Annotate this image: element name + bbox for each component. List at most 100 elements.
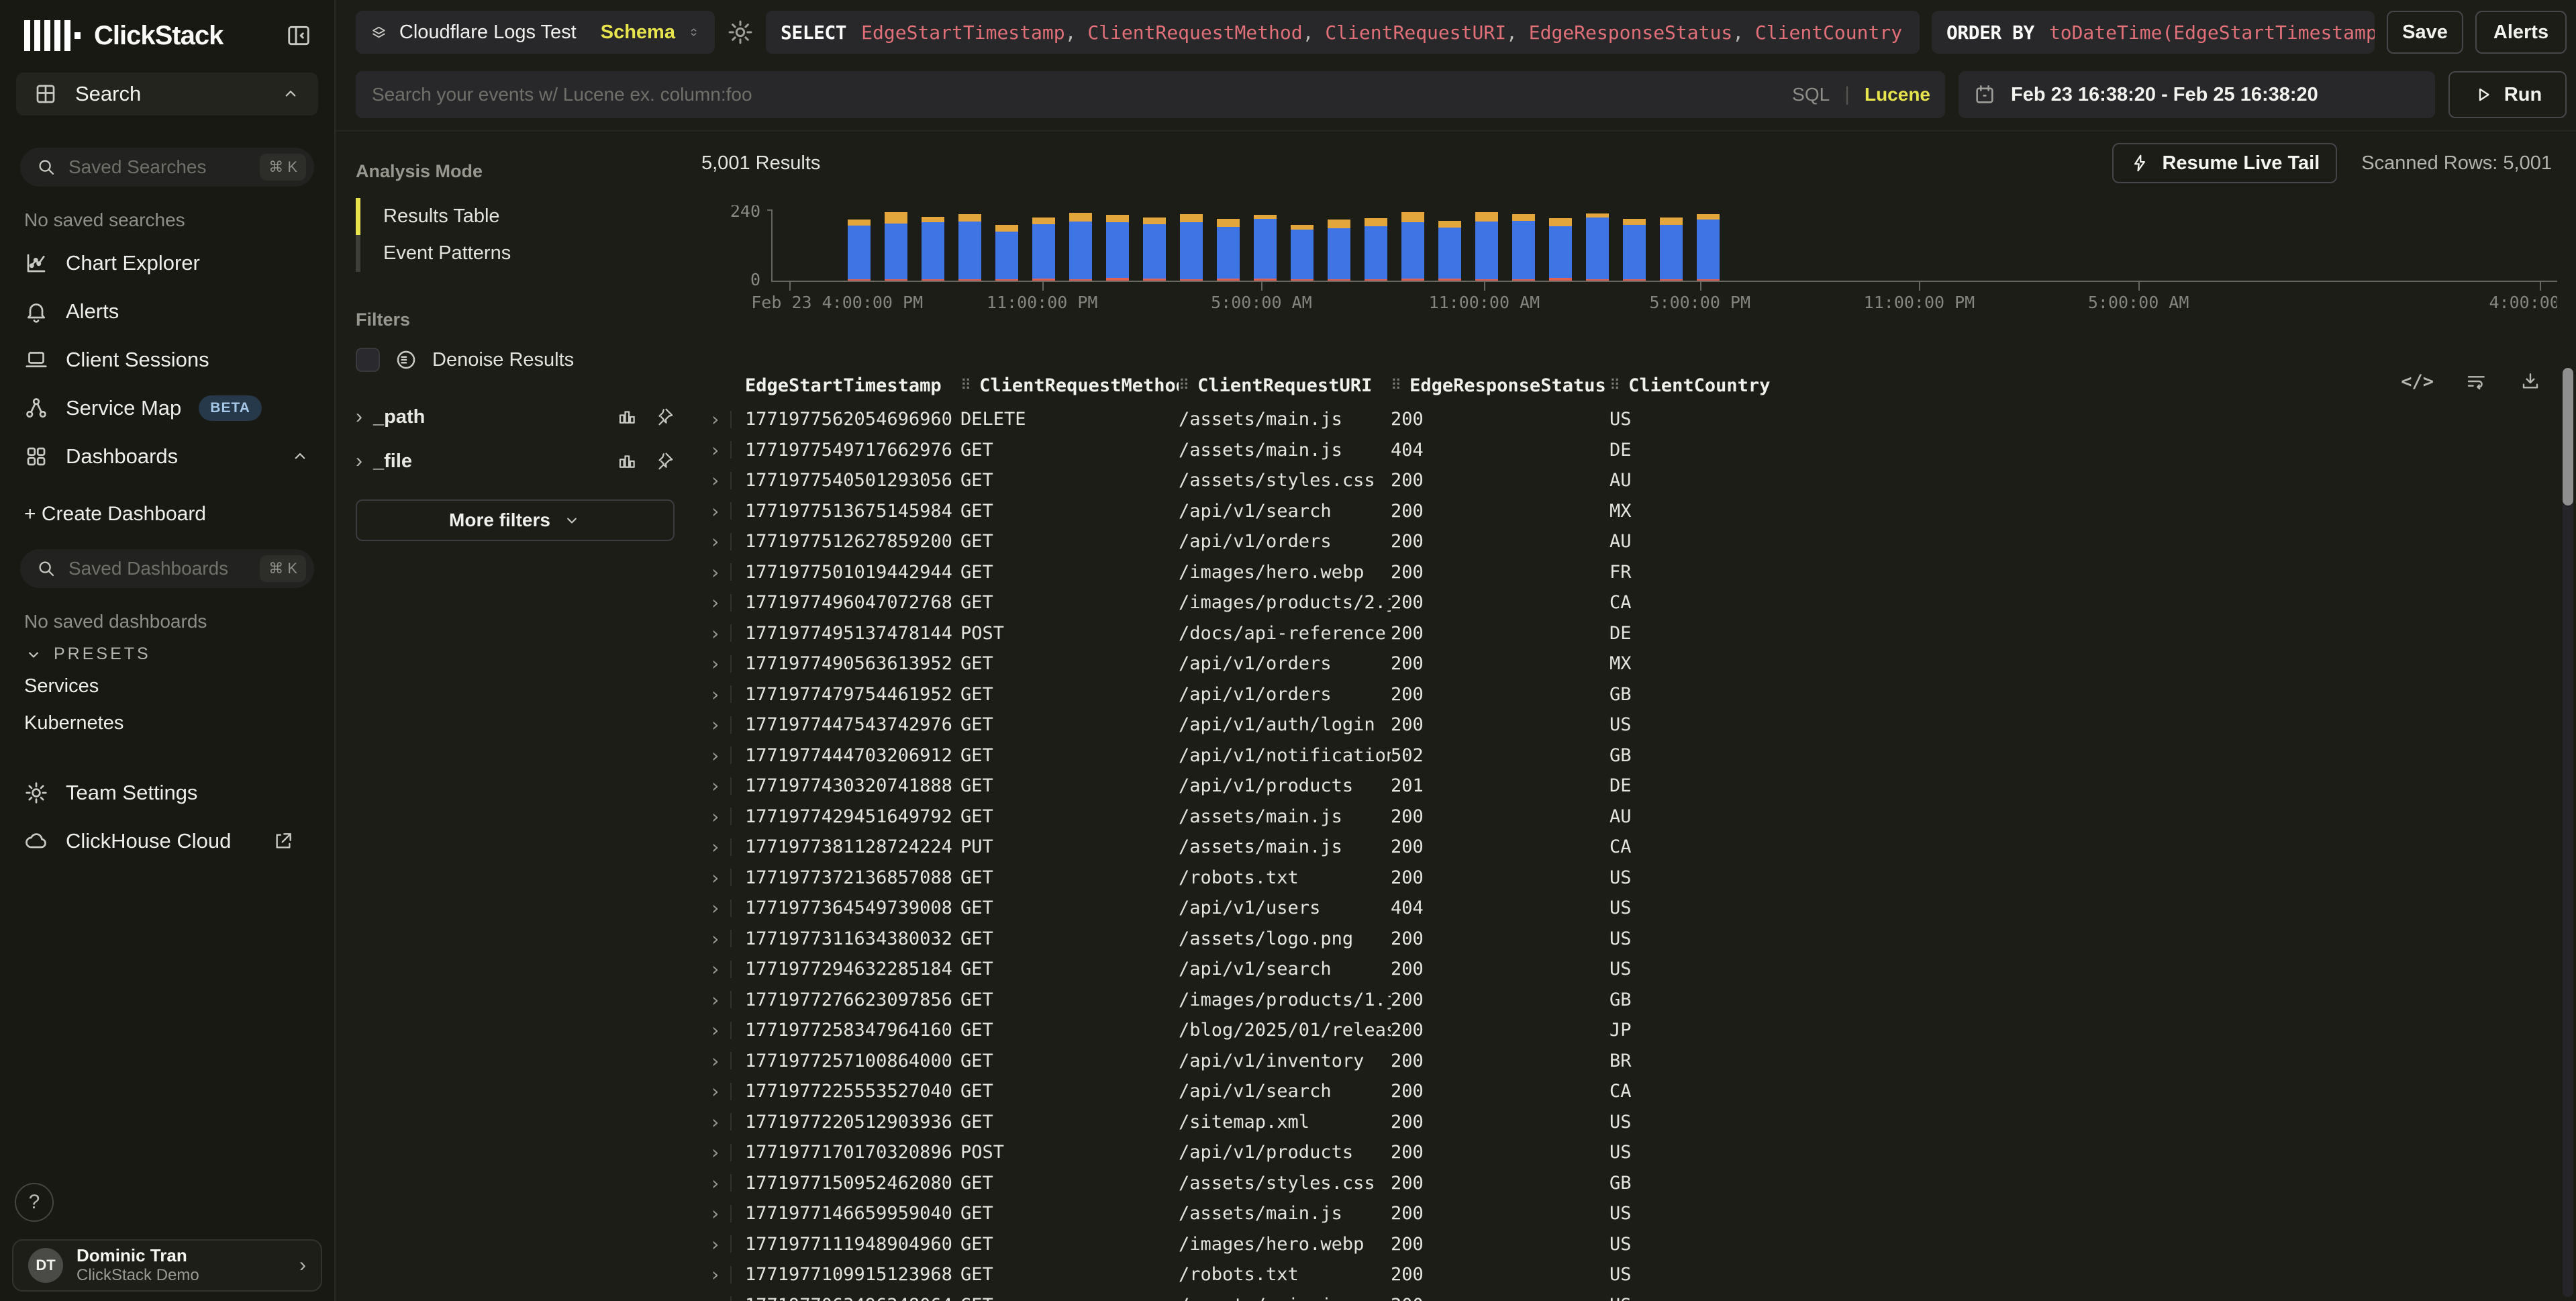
download-icon[interactable] [2520,371,2541,392]
expand-row-icon[interactable]: › [701,1263,745,1286]
table-row[interactable]: ›1771977490563613952GET/api/v1/orders200… [701,648,2576,679]
view-source-icon[interactable]: </> [2401,371,2434,392]
table-row[interactable]: ›1771977496047072768GET/images/products/… [701,587,2576,618]
denoise-checkbox[interactable] [356,348,380,372]
histogram-bar[interactable] [1475,212,1498,281]
drag-handle-icon[interactable]: ⠿ [960,377,971,394]
expand-row-icon[interactable]: › [701,591,745,614]
table-row[interactable]: ›1771977276623097856GET/images/products/… [701,985,2576,1016]
histogram-bar[interactable] [1328,220,1350,281]
expand-row-icon[interactable]: › [701,1019,745,1041]
expand-row-icon[interactable]: › [701,1172,745,1194]
table-row[interactable]: ›1771977512627859200GET/api/v1/orders200… [701,526,2576,557]
drag-handle-icon[interactable]: ⠿ [1179,377,1189,394]
denoise-results-row[interactable]: Denoise Results [356,348,675,372]
select-clause-input[interactable]: SELECT EdgeStartTimestamp, ClientRequest… [766,11,1920,54]
expand-row-icon[interactable]: › [701,897,745,919]
table-row[interactable]: ›1771977429451649792GET/assets/main.js20… [701,802,2576,832]
histogram-bar[interactable] [885,212,907,281]
expand-row-icon[interactable]: › [701,653,745,675]
saved-searches-field[interactable] [67,156,249,179]
event-search-box[interactable]: SQL | Lucene [356,71,1945,118]
column-header[interactable]: ⠿ClientRequestURI [1179,375,1391,396]
expand-row-icon[interactable]: › [701,1202,745,1224]
pin-icon[interactable] [654,407,675,427]
column-header[interactable]: ⠿ClientRequestMethod [960,375,1179,396]
mode-event-patterns[interactable]: Event Patterns [356,235,675,272]
help-button[interactable]: ? [15,1183,54,1222]
expand-row-icon[interactable]: › [701,530,745,552]
table-row[interactable]: ›1771977444703206912GET/api/v1/notificat… [701,740,2576,771]
expand-row-icon[interactable]: › [701,928,745,950]
schema-toggle[interactable]: Schema [601,21,675,44]
table-row[interactable]: ›1771977549717662976GET/assets/main.js40… [701,435,2576,466]
mode-results-table[interactable]: Results Table [356,198,675,235]
histogram-bar[interactable] [848,220,871,281]
table-row[interactable]: ›1771977364549739008GET/api/v1/users404U… [701,893,2576,924]
table-row[interactable]: ›1771977257100864000GET/api/v1/inventory… [701,1046,2576,1077]
sidebar-item-search[interactable]: Search [16,73,318,115]
presets-toggle[interactable]: PRESETS [0,635,334,668]
histogram-bar[interactable] [1697,214,1720,281]
histogram-bar[interactable] [1217,219,1240,281]
table-row[interactable]: ›1771977372136857088GET/robots.txt200US [701,863,2576,894]
expand-row-icon[interactable]: › [701,408,745,430]
lang-toggle-lucene[interactable]: Lucene [1865,84,1930,105]
saved-dashboards-input[interactable]: ⌘ K [20,549,314,588]
table-row[interactable]: ›1771977381128724224PUT/assets/main.js20… [701,832,2576,863]
expand-row-icon[interactable]: › [701,1050,745,1072]
date-range-picker[interactable]: Feb 23 16:38:20 - Feb 25 16:38:20 [1959,71,2435,118]
orderby-clause-input[interactable]: ORDER BY toDateTime(EdgeStartTimestamp / [1932,11,2375,54]
histogram-bar[interactable] [1623,219,1646,281]
table-row[interactable]: ›1771977495137478144POST/docs/api-refere… [701,618,2576,649]
drag-handle-icon[interactable]: ⠿ [1391,377,1401,394]
drag-handle-icon[interactable]: ⠿ [1609,377,1620,394]
expand-row-icon[interactable]: › [701,622,745,644]
query-settings-gear-icon[interactable] [727,19,754,46]
sidebar-item-chart-explorer[interactable]: Chart Explorer [0,239,334,287]
histogram-bar[interactable] [1254,215,1277,281]
table-row[interactable]: ›1771977150952462080GET/assets/styles.cs… [701,1168,2576,1199]
user-menu[interactable]: DT Dominic Tran ClickStack Demo › [12,1239,322,1292]
histogram-bar[interactable] [1143,218,1166,281]
expand-row-icon[interactable]: › [701,867,745,889]
table-row[interactable]: ›1771977540501293056GET/assets/styles.cs… [701,465,2576,496]
search-input[interactable] [370,83,1780,106]
run-button[interactable]: Run [2448,71,2567,118]
table-row[interactable]: ›1771977513675145984GET/api/v1/search200… [701,496,2576,527]
source-selector[interactable]: Cloudflare Logs Test Schema [356,11,715,54]
histogram-bar[interactable] [1365,218,1387,281]
table-row[interactable]: ›1771977501019442944GET/images/hero.webp… [701,557,2576,588]
histogram-bar[interactable] [958,214,981,281]
histogram-bar[interactable] [1660,218,1683,281]
sidebar-item-dashboards[interactable]: Dashboards [0,432,334,481]
lang-toggle-sql[interactable]: SQL [1792,84,1830,105]
table-row[interactable]: ›1771977170170320896POST/api/v1/products… [701,1137,2576,1168]
expand-row-icon[interactable]: › [701,1111,745,1133]
histogram-bar[interactable] [1438,221,1461,281]
create-dashboard-button[interactable]: + Create Dashboard [0,490,334,538]
histogram-bar[interactable] [1180,214,1203,281]
histogram-bar[interactable] [1549,218,1572,281]
expand-row-icon[interactable]: › [701,500,745,522]
expand-row-icon[interactable]: › [701,683,745,706]
histogram-bar[interactable] [995,225,1018,281]
sidebar-item-team-settings[interactable]: Team Settings [0,769,334,817]
collapse-sidebar-icon[interactable] [286,23,311,48]
bar-chart-icon[interactable] [617,407,637,427]
table-row[interactable]: ›1771977258347964160GET/blog/2025/01/rel… [701,1015,2576,1046]
expand-row-icon[interactable]: › [701,744,745,767]
expand-row-icon[interactable]: › [701,561,745,583]
table-row[interactable]: ›1771977220512903936GET/sitemap.xml200US [701,1107,2576,1138]
table-row[interactable]: ›1771977447543742976GET/api/v1/auth/logi… [701,710,2576,740]
sidebar-item-services[interactable]: Services [0,668,334,705]
wrap-lines-icon[interactable] [2466,371,2487,392]
table-row[interactable]: ›1771977225553527040GET/api/v1/search200… [701,1076,2576,1107]
bar-chart-icon[interactable] [617,451,637,471]
resume-live-tail-button[interactable]: Resume Live Tail [2112,143,2337,183]
expand-row-icon[interactable]: › [701,1080,745,1102]
expand-row-icon[interactable]: › [701,958,745,980]
histogram-bar[interactable] [1512,214,1535,281]
sidebar-item-alerts[interactable]: Alerts [0,287,334,336]
histogram-bar[interactable] [1291,225,1314,281]
